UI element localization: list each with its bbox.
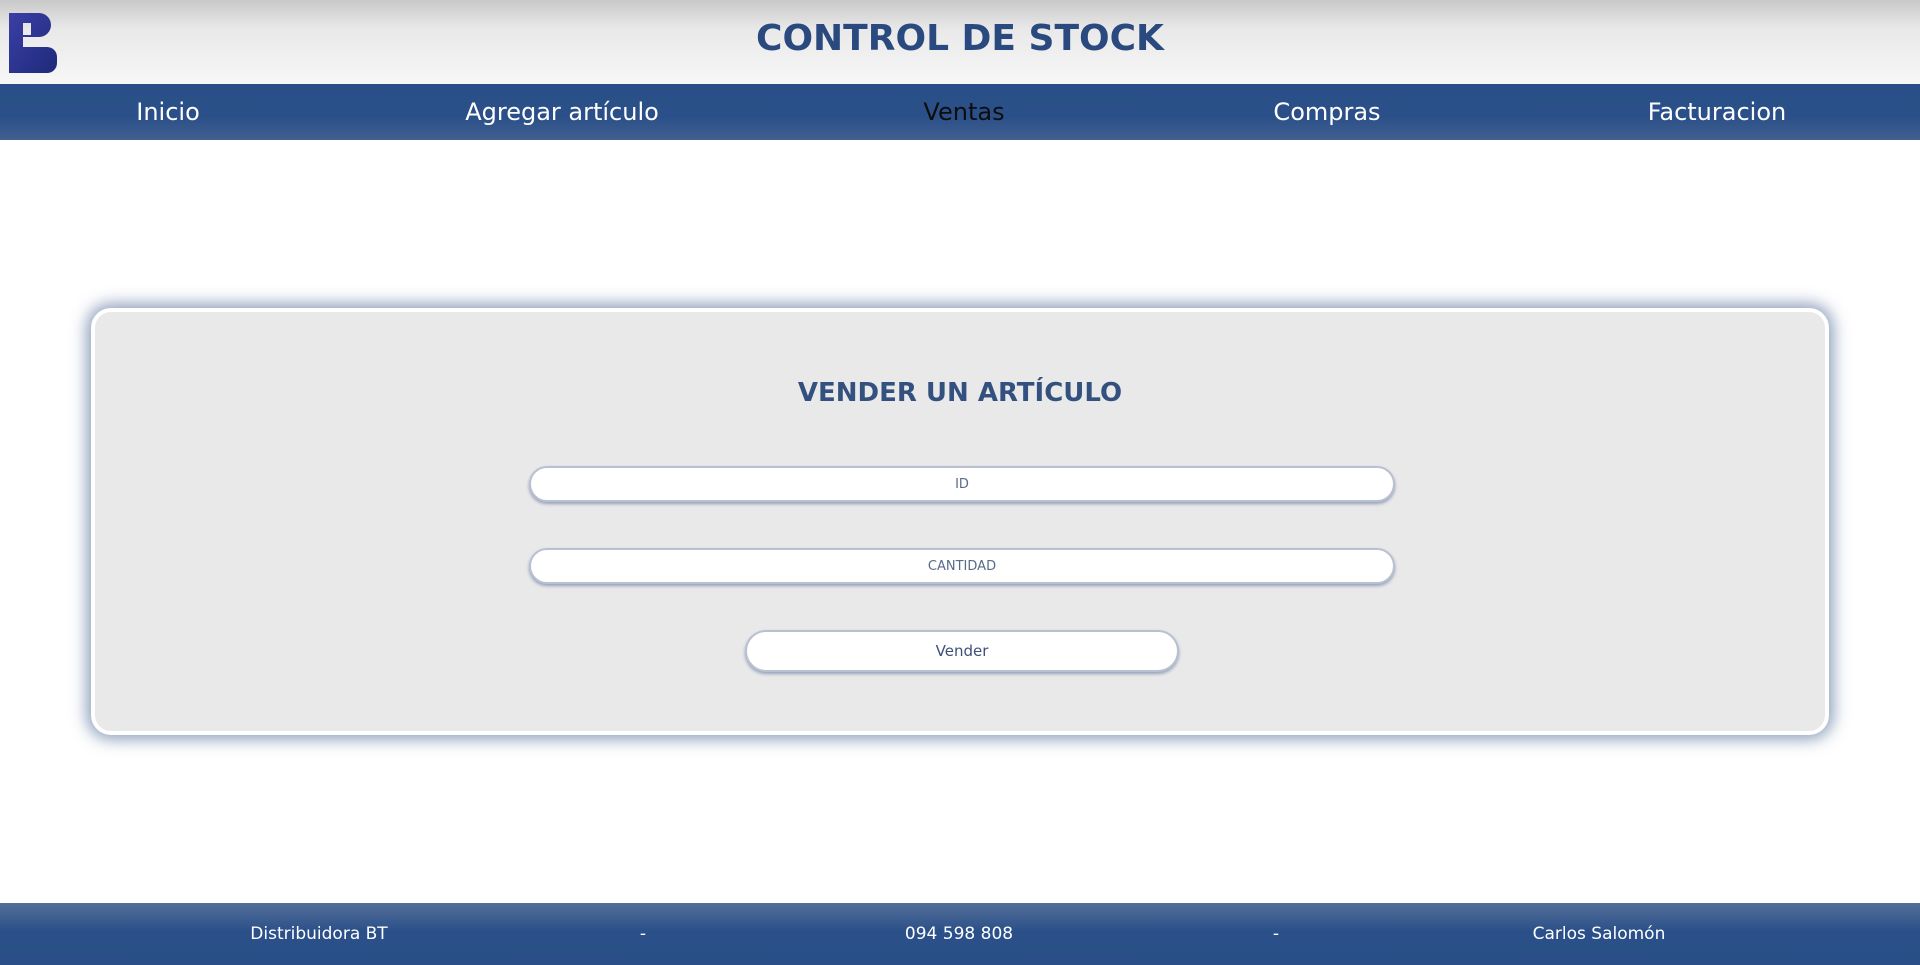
main-navbar: Inicio Agregar artículo Ventas Compras F…: [0, 84, 1920, 140]
footer-separator: -: [1272, 924, 1280, 944]
footer: Distribuidora BT - 094 598 808 - Carlos …: [0, 903, 1920, 965]
sell-button[interactable]: Vender: [745, 630, 1179, 672]
id-input[interactable]: [529, 466, 1395, 502]
header: CONTROL DE STOCK: [0, 0, 1920, 84]
footer-company: Distribuidora BT: [250, 924, 388, 944]
nav-item-inicio[interactable]: Inicio: [136, 84, 200, 140]
nav-item-ventas[interactable]: Ventas: [923, 84, 1004, 140]
footer-author: Carlos Salomón: [1532, 924, 1666, 944]
form-title: VENDER UN ARTÍCULO: [797, 378, 1123, 408]
quantity-input[interactable]: [529, 548, 1395, 584]
nav-item-compras[interactable]: Compras: [1273, 84, 1380, 140]
sell-article-card: VENDER UN ARTÍCULO Vender: [91, 308, 1829, 735]
footer-separator: -: [639, 924, 647, 944]
site-title: CONTROL DE STOCK: [756, 18, 1164, 59]
footer-phone: 094 598 808: [904, 924, 1014, 944]
nav-item-agregar-articulo[interactable]: Agregar artículo: [465, 84, 659, 140]
nav-item-facturacion[interactable]: Facturacion: [1648, 84, 1786, 140]
